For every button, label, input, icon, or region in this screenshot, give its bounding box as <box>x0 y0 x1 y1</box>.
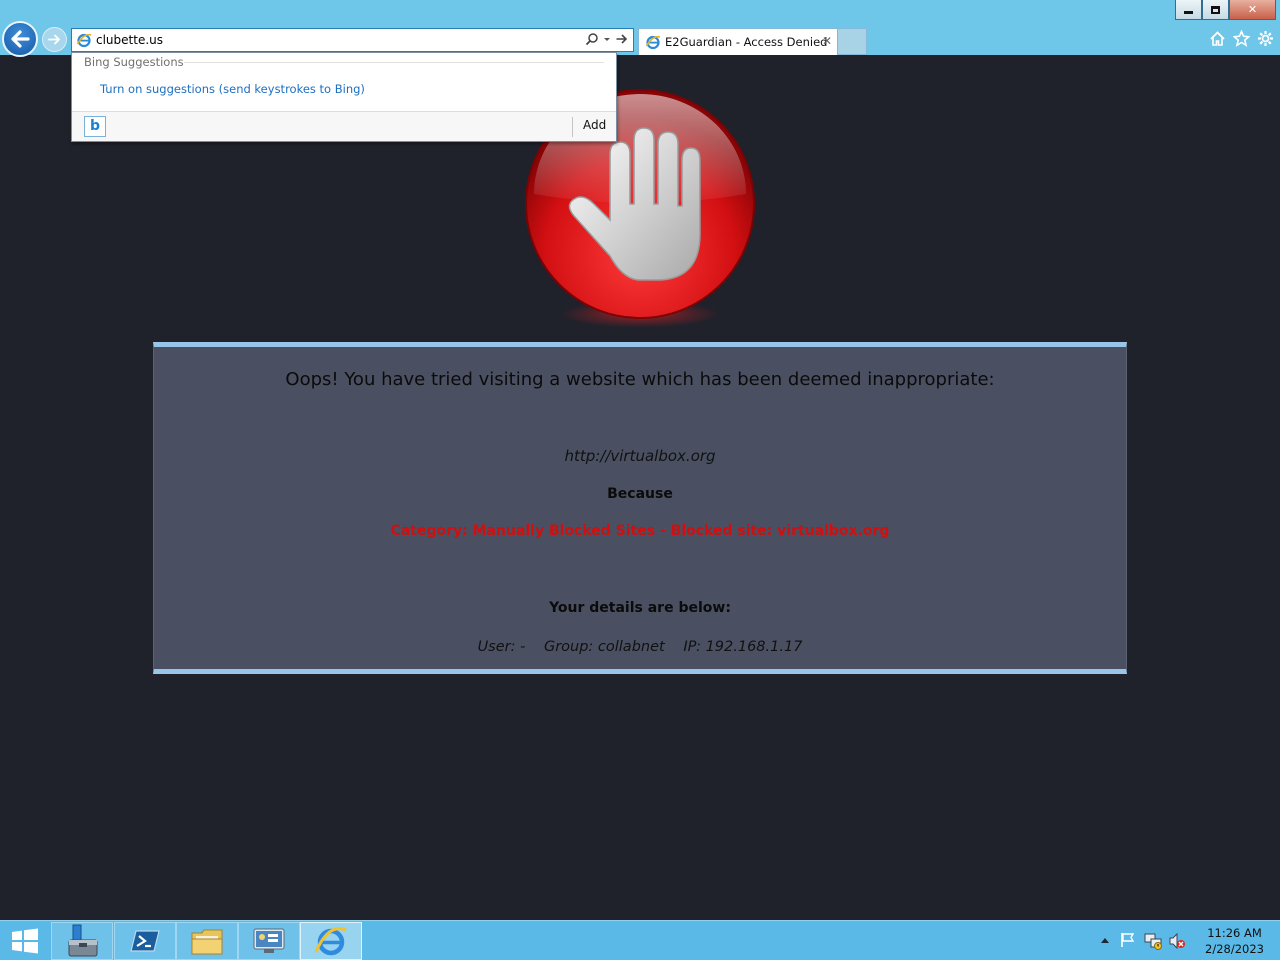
clock[interactable]: 11:26 AM 2/28/2023 <box>1205 925 1264 957</box>
home-icon[interactable] <box>1209 30 1226 47</box>
clock-date: 2/28/2023 <box>1205 942 1264 956</box>
close-window-button[interactable]: ✕ <box>1229 0 1276 20</box>
server-manager-icon <box>68 924 98 957</box>
user-value: User: - <box>477 639 526 655</box>
group-value: Group: collabnet <box>543 639 665 655</box>
internet-explorer-icon <box>314 927 347 956</box>
volume-muted-icon[interactable] <box>1168 932 1186 950</box>
go-arrow-icon[interactable] <box>615 32 629 46</box>
user-details: User: - Group: collabnet IP: 192.168.1.1… <box>154 639 1126 655</box>
ie-page-icon <box>76 33 92 48</box>
address-actions <box>585 32 629 46</box>
browser-toolbar: ✕ clubette.us E2Guardian - Access Denied… <box>0 0 1280 57</box>
minimize-button[interactable] <box>1175 0 1202 20</box>
tab-access-denied[interactable]: E2Guardian - Access Denied ✕ <box>638 28 838 55</box>
add-provider-button[interactable]: Add <box>583 118 606 132</box>
back-button[interactable] <box>2 21 38 57</box>
heading-divider <box>184 62 604 63</box>
access-denied-panel: Oops! You have tried visiting a website … <box>153 342 1127 674</box>
details-heading: Your details are below: <box>549 600 731 616</box>
blocked-url: http://virtualbox.org <box>564 447 716 465</box>
tab-close-button[interactable]: ✕ <box>822 34 832 48</box>
start-button[interactable] <box>0 922 50 960</box>
taskbar-control-panel[interactable] <box>238 922 300 960</box>
ie-page-icon <box>645 35 661 50</box>
command-icons <box>1209 30 1274 47</box>
search-icon[interactable] <box>585 32 599 46</box>
powershell-icon <box>130 930 160 952</box>
page-title: Oops! You have tried visiting a website … <box>285 369 995 390</box>
show-hidden-icons[interactable] <box>1100 932 1110 948</box>
taskbar: 11:26 AM 2/28/2023 <box>0 920 1280 960</box>
ip-value: IP: 192.168.1.17 <box>683 639 803 655</box>
dropdown-icon[interactable] <box>603 32 611 46</box>
action-center-flag-icon[interactable] <box>1120 932 1136 948</box>
new-tab-button[interactable] <box>838 28 867 55</box>
address-input[interactable] <box>96 31 576 49</box>
address-bar[interactable] <box>71 28 634 52</box>
taskbar-server-manager[interactable] <box>51 922 113 960</box>
window-controls: ✕ <box>1175 0 1276 20</box>
turn-on-suggestions-link[interactable]: Turn on suggestions (send keystrokes to … <box>100 82 365 96</box>
system-tray: 11:26 AM 2/28/2023 <box>1100 921 1280 960</box>
taskbar-file-explorer[interactable] <box>176 922 238 960</box>
settings-gear-icon[interactable] <box>1257 30 1274 47</box>
forward-arrow-icon <box>48 34 61 45</box>
tab-title: E2Guardian - Access Denied <box>665 35 828 49</box>
start-windows-icon <box>12 928 38 954</box>
forward-button[interactable] <box>42 27 67 52</box>
favorites-star-icon[interactable] <box>1233 30 1250 47</box>
taskbar-internet-explorer[interactable] <box>300 922 362 960</box>
back-arrow-icon <box>11 30 30 48</box>
file-explorer-icon <box>191 929 223 955</box>
network-icon[interactable] <box>1144 932 1162 950</box>
restore-button[interactable] <box>1202 0 1229 20</box>
suggestions-heading: Bing Suggestions <box>84 55 184 69</box>
because-label: Because <box>607 486 673 502</box>
clock-time: 11:26 AM <box>1207 926 1262 940</box>
control-panel-icon <box>253 928 285 953</box>
taskbar-powershell[interactable] <box>114 922 176 960</box>
divider <box>572 117 573 137</box>
bing-provider-button[interactable]: b <box>84 116 106 137</box>
block-reason: Category: Manually Blocked Sites - Block… <box>390 523 890 539</box>
search-provider-bar: b Add <box>72 111 616 141</box>
address-suggestions-dropdown: Bing Suggestions Turn on suggestions (se… <box>71 52 617 142</box>
